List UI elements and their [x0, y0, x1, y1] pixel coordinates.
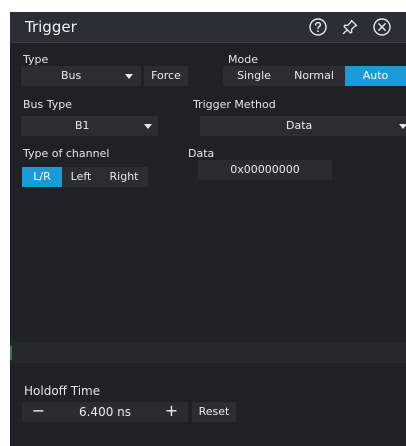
divider-marker: [10, 346, 12, 360]
trigger-method-dropdown[interactable]: Data: [200, 116, 406, 136]
trigger-method-value: Data: [286, 119, 313, 132]
holdoff-increment-button[interactable]: +: [155, 402, 188, 422]
bus-type-dropdown[interactable]: B1: [21, 116, 158, 136]
holdoff-decrement-button[interactable]: −: [22, 402, 55, 422]
mode-auto-button[interactable]: Auto: [345, 66, 406, 86]
holdoff-value-field[interactable]: 6.400 ns: [55, 402, 155, 422]
mode-label: Mode: [228, 53, 258, 66]
holdoff-label: Holdoff Time: [24, 384, 101, 398]
type-dropdown[interactable]: Bus: [21, 66, 141, 86]
reset-button[interactable]: Reset: [192, 402, 236, 422]
type-label: Type: [23, 53, 49, 66]
mode-normal-button[interactable]: Normal: [285, 66, 343, 86]
divider: [10, 342, 406, 363]
mode-single-button[interactable]: Single: [223, 66, 285, 86]
pin-icon[interactable]: [339, 16, 361, 38]
help-icon[interactable]: [307, 16, 329, 38]
close-icon[interactable]: [371, 16, 393, 38]
channel-type-segmented-control: L/R Left Right: [22, 167, 148, 187]
chevron-down-icon: [144, 124, 152, 129]
channel-lr-button[interactable]: L/R: [22, 167, 62, 187]
force-button[interactable]: Force: [144, 66, 188, 86]
mode-segmented-control: Single Normal Auto: [223, 66, 406, 86]
trigger-dialog: Trigger Type Bus Force Mode Single Norma…: [10, 12, 406, 446]
channel-right-button[interactable]: Right: [100, 167, 148, 187]
bus-type-value: B1: [75, 119, 90, 132]
title-bar[interactable]: Trigger: [10, 12, 406, 43]
dialog-title: Trigger: [25, 18, 77, 36]
chevron-down-icon: [399, 124, 406, 129]
data-value-field[interactable]: 0x00000000: [198, 160, 332, 180]
trigger-method-label: Trigger Method: [193, 98, 276, 111]
bus-type-label: Bus Type: [23, 98, 73, 111]
chevron-down-icon: [125, 74, 133, 79]
channel-left-button[interactable]: Left: [62, 167, 100, 187]
data-label: Data: [188, 147, 215, 160]
type-value: Bus: [61, 69, 82, 82]
channel-type-label: Type of channel: [23, 147, 110, 160]
